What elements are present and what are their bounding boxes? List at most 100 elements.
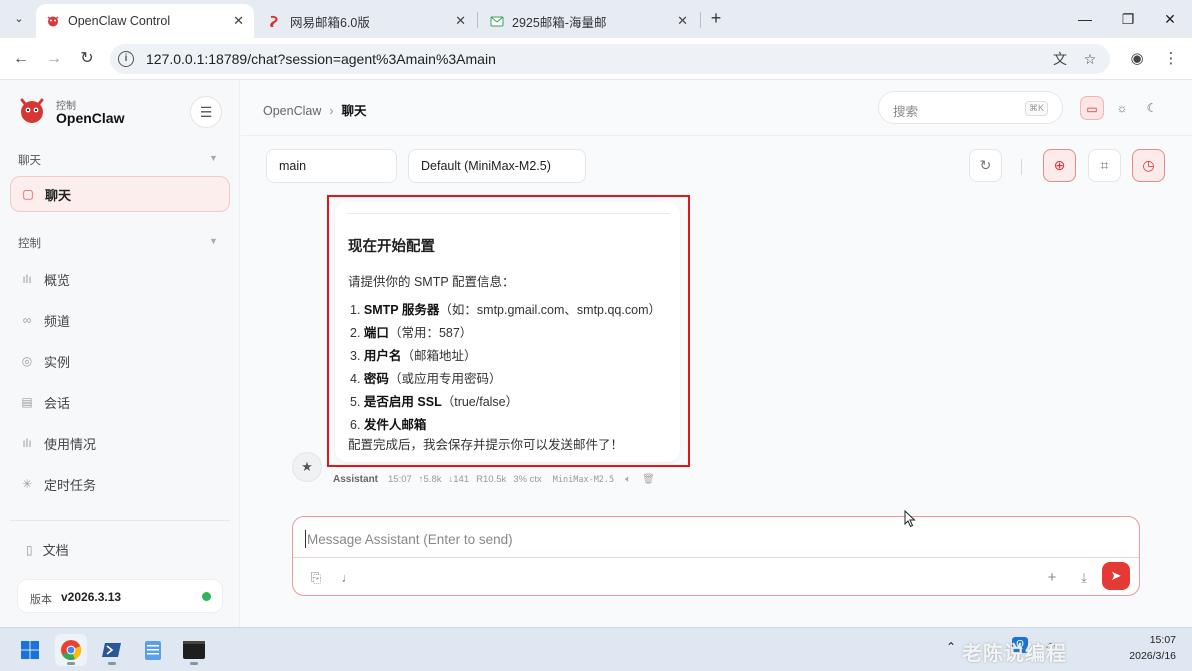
highlight-annotation-box: [327, 195, 690, 467]
toolbar-divider: [1021, 159, 1022, 175]
breadcrumb: OpenClaw › 聊天: [263, 100, 367, 119]
mail-envelope-icon: [490, 16, 504, 27]
sidebar-item-label: 概览: [44, 272, 71, 288]
chevron-down-icon[interactable]: ▼: [209, 153, 218, 163]
restore-button[interactable]: ❐: [1105, 0, 1151, 38]
back-button[interactable]: ←: [10, 48, 32, 70]
taskbar-notepad[interactable]: [137, 634, 169, 666]
sidebar-divider: [10, 520, 230, 521]
active-indicator: [67, 662, 75, 665]
header-divider: [241, 135, 1192, 136]
search-input[interactable]: 搜索 ⌘K: [878, 91, 1063, 124]
translate-icon[interactable]: 文: [1050, 49, 1070, 69]
sidebar-item-label: 文档: [42, 543, 69, 558]
download-icon[interactable]: ⤓: [1074, 568, 1094, 588]
sidebar-item-usage[interactable]: ılı 使用情况: [10, 425, 230, 461]
url-text[interactable]: 127.0.0.1:18789/chat?session=agent%3Amai…: [146, 51, 496, 67]
section-label-control: 控制: [18, 238, 41, 250]
speaker-icon[interactable]: 🔈︎: [625, 474, 631, 485]
profile-icon[interactable]: ◉: [1126, 48, 1148, 70]
new-tab-button[interactable]: +: [706, 8, 726, 28]
sidebar-item-instances[interactable]: ◎ 实例: [10, 343, 230, 379]
add-icon[interactable]: +: [1042, 568, 1062, 588]
openclaw-logo: [20, 98, 44, 123]
system-clock[interactable]: 15:07 2026/3/16: [1120, 632, 1176, 664]
focus-mode-button[interactable]: ⌗: [1088, 149, 1121, 182]
sidebar-item-channels[interactable]: ∞ 频道: [10, 302, 230, 338]
sidebar-item-cron[interactable]: ✳ 定时任务: [10, 466, 230, 502]
tab-label: 网易邮箱6.0版: [290, 15, 370, 30]
address-bar: ← → ↻ i 127.0.0.1:18789/chat?session=age…: [0, 38, 1192, 80]
composer-divider: [293, 557, 1139, 558]
reload-button[interactable]: ↻: [76, 48, 98, 70]
tab-openclaw[interactable]: OpenClaw Control ✕: [36, 4, 254, 38]
brain-toggle-button[interactable]: ⊕: [1043, 149, 1076, 182]
sidebar-toggle-button[interactable]: ☰: [190, 96, 222, 128]
tab-label: OpenClaw Control: [68, 14, 171, 28]
browser-menu-icon[interactable]: ⋮: [1160, 48, 1182, 70]
tab-close-icon[interactable]: ✕: [233, 13, 244, 29]
radio-icon: ◎: [21, 354, 33, 368]
model-select[interactable]: Default (MiniMax-M2.5): [408, 149, 586, 183]
sidebar-item-label: 使用情况: [44, 436, 97, 452]
windows-taskbar: ⌃ Q ◠ 老陈说编程 15:07 2026/3/16: [0, 627, 1192, 671]
chrome-icon: [61, 640, 82, 660]
chevron-down-icon[interactable]: ▼: [209, 236, 218, 246]
assistant-avatar: ★: [292, 452, 322, 482]
bookmark-star-icon[interactable]: ☆: [1080, 49, 1100, 69]
shortcut-badge: ⌘K: [1024, 101, 1048, 116]
trash-icon[interactable]: 🗑︎: [642, 474, 655, 485]
tab-netease-mail[interactable]: 网易邮箱6.0版 ✕: [258, 4, 476, 38]
minimize-button[interactable]: —: [1062, 0, 1108, 38]
monitor-icon[interactable]: ▭: [1080, 96, 1104, 120]
sidebar-item-label: 会话: [44, 395, 71, 411]
active-indicator: [190, 662, 198, 665]
sidebar-item-label: 定时任务: [44, 477, 97, 493]
forward-button[interactable]: →: [43, 48, 65, 70]
sidebar-item-docs[interactable]: ▯ 文档: [26, 540, 69, 559]
taskbar-powershell[interactable]: [96, 634, 128, 666]
tab-close-icon[interactable]: ✕: [677, 13, 688, 29]
close-window-button[interactable]: ✕: [1147, 0, 1192, 38]
bar-chart-icon: ılı: [22, 272, 32, 286]
sidebar-item-label: 频道: [44, 313, 71, 329]
attach-icon[interactable]: ⎘: [306, 568, 326, 588]
tokens-read: R10.5k: [476, 474, 507, 485]
taskbar-chrome[interactable]: [55, 634, 87, 666]
url-omnibox[interactable]: i 127.0.0.1:18789/chat?session=agent%3Am…: [110, 44, 1110, 74]
search-placeholder: 搜索: [893, 105, 919, 119]
version-value: v2026.3.13: [61, 590, 122, 604]
site-info-icon[interactable]: i: [118, 51, 134, 67]
breadcrumb-root[interactable]: OpenClaw: [263, 104, 321, 118]
moon-icon[interactable]: ☾: [1140, 96, 1164, 120]
message-composer[interactable]: Message Assistant (Enter to send) ⎘ ♩ + …: [292, 516, 1140, 596]
sidebar-item-overview[interactable]: ılı 概览: [10, 261, 230, 297]
breadcrumb-separator: ›: [329, 104, 334, 118]
tab-2925-mail[interactable]: 2925邮箱-海量邮 ✕: [480, 4, 698, 38]
history-clock-button[interactable]: ◷: [1132, 149, 1165, 182]
model-tag: MiniMax-M2.5: [552, 474, 615, 485]
sidebar: 控制 OpenClaw ☰ 聊天 ▼ ▢ 聊天 控制 ▼ ılı 概览 ∞ 频道…: [0, 80, 240, 627]
tab-search-chevron-icon[interactable]: ⌄: [8, 8, 30, 30]
browser-tab-bar: ⌄ OpenClaw Control ✕ 网易邮箱6.0版 ✕ 2925邮箱-海…: [0, 0, 1192, 38]
sidebar-item-sessions[interactable]: ▤ 会话: [10, 384, 230, 420]
sidebar-item-chat[interactable]: ▢ 聊天: [10, 176, 230, 212]
status-dot: [202, 592, 211, 601]
taskbar-terminal[interactable]: [178, 634, 210, 666]
sun-icon[interactable]: ☼: [1110, 96, 1134, 120]
chat-bubble-icon: ▢: [22, 187, 34, 201]
clock-time: 15:07: [1149, 634, 1176, 646]
microphone-icon[interactable]: ♩: [338, 568, 358, 588]
windows-logo-icon: [21, 641, 39, 659]
tab-close-icon[interactable]: ✕: [455, 13, 466, 29]
start-button[interactable]: [14, 634, 46, 666]
sidebar-item-label: 聊天: [45, 187, 72, 203]
tray-expand-icon[interactable]: ⌃: [946, 640, 956, 654]
message-input[interactable]: Message Assistant (Enter to send): [307, 532, 513, 547]
theme-switcher: ▭ ☼ ☾: [1077, 93, 1173, 123]
send-button[interactable]: ➤: [1102, 562, 1130, 590]
refresh-button[interactable]: ↻: [969, 149, 1002, 182]
session-select[interactable]: main: [266, 149, 397, 183]
openclaw-app: 控制 OpenClaw ☰ 聊天 ▼ ▢ 聊天 控制 ▼ ılı 概览 ∞ 频道…: [0, 80, 1192, 627]
notepad-icon: [145, 641, 161, 660]
